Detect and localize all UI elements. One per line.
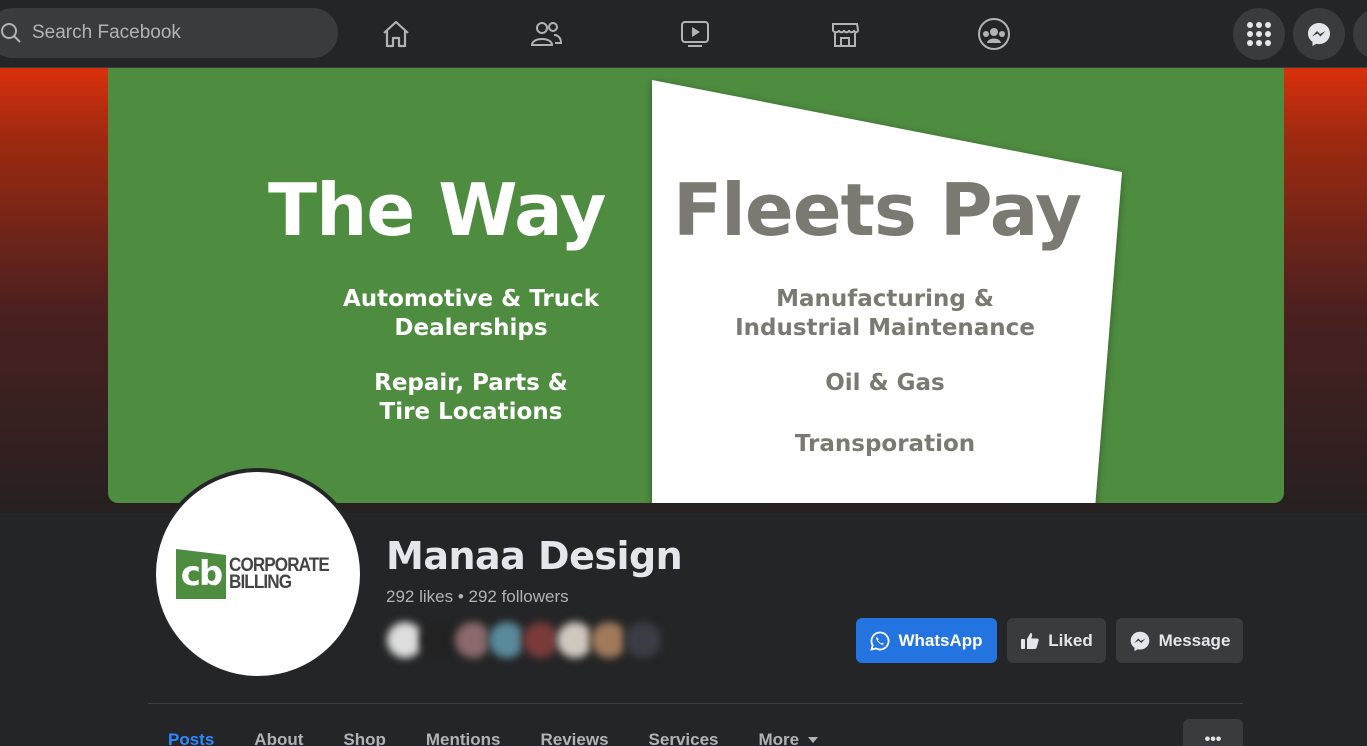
more-options-button[interactable]: •••	[1183, 719, 1243, 746]
tab-reviews[interactable]: Reviews	[521, 720, 629, 746]
page-tabs: Posts About Shop Mentions Reviews Servic…	[148, 720, 839, 746]
cover-line: Industrial Maintenance	[735, 315, 1035, 341]
message-button[interactable]: Message	[1116, 618, 1243, 663]
tab-more[interactable]: More	[739, 720, 840, 746]
cover-line: Transporation	[794, 431, 976, 457]
cover-line: Manufacturing &	[776, 286, 994, 312]
home-icon[interactable]	[376, 14, 416, 54]
message-label: Message	[1158, 630, 1231, 650]
logo-word: BILLING	[229, 572, 292, 593]
tab-more-label: More	[758, 730, 800, 746]
messenger-icon	[1129, 630, 1151, 652]
profile-picture[interactable]: cb CORPORATE BILLING	[152, 468, 364, 680]
cover-line: Repair, Parts &	[374, 370, 568, 396]
whatsapp-button[interactable]: WhatsApp	[856, 618, 997, 663]
avatar[interactable]	[623, 620, 663, 660]
cover-line: Oil & Gas	[825, 370, 945, 396]
menu-grid-icon[interactable]	[1233, 8, 1285, 60]
marketplace-icon[interactable]	[825, 14, 865, 54]
chevron-down-icon	[807, 736, 819, 744]
search-input[interactable]: Search Facebook	[0, 8, 338, 58]
friends-who-like[interactable]	[385, 620, 663, 664]
search-icon	[0, 22, 22, 44]
cover-line: Dealerships	[394, 315, 548, 341]
messenger-icon[interactable]	[1293, 8, 1345, 60]
tab-services[interactable]: Services	[629, 720, 739, 746]
friends-icon[interactable]	[526, 14, 566, 54]
liked-label: Liked	[1048, 630, 1093, 650]
tab-posts[interactable]: Posts	[148, 720, 234, 746]
liked-button[interactable]: Liked	[1007, 618, 1106, 663]
tab-about[interactable]: About	[234, 720, 323, 746]
page-stats[interactable]: 292 likes • 292 followers	[386, 587, 569, 607]
notifications-button[interactable]	[1353, 8, 1367, 60]
page-title: Manaa Design	[386, 534, 683, 578]
corporate-billing-logo: cb CORPORATE BILLING	[176, 549, 340, 599]
cover-title-right: Fleets Pay	[673, 168, 1082, 252]
watch-icon[interactable]	[675, 14, 715, 54]
cover-photo[interactable]: The Way Fleets Pay Automotive & Truck De…	[108, 68, 1284, 503]
divider	[148, 703, 1243, 704]
whatsapp-label: WhatsApp	[898, 630, 983, 650]
tab-mentions[interactable]: Mentions	[406, 720, 521, 746]
cover-line: Tire Locations	[379, 399, 563, 425]
groups-icon[interactable]	[974, 14, 1014, 54]
cover-line: Automotive & Truck	[342, 286, 600, 312]
logo-mark: cb	[176, 549, 226, 599]
more-options-label: •••	[1204, 731, 1222, 746]
thumbs-up-icon	[1020, 631, 1040, 651]
tab-shop[interactable]: Shop	[323, 720, 406, 746]
cover-title-left: The Way	[268, 168, 606, 252]
whatsapp-icon	[870, 631, 890, 651]
search-placeholder: Search Facebook	[32, 22, 181, 43]
top-navigation-bar: Search Facebook	[0, 0, 1367, 68]
